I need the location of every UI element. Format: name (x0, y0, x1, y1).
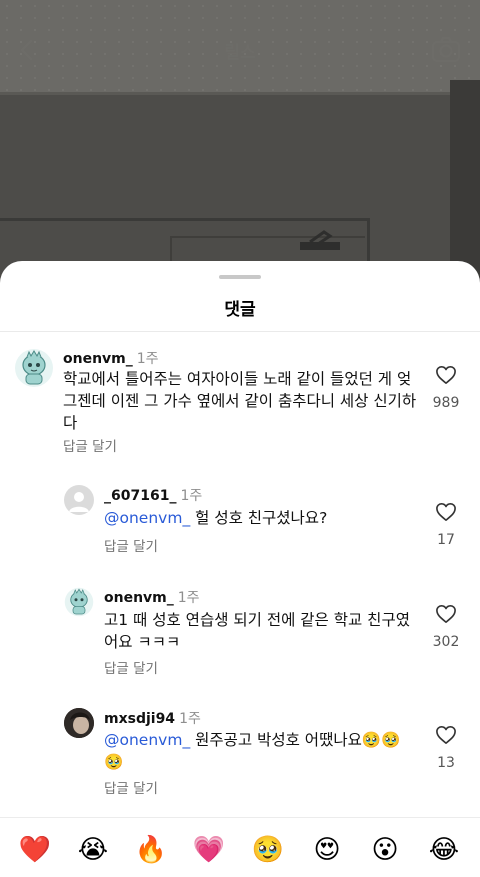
mention-link[interactable]: @onenvm_ (104, 509, 190, 527)
like-control[interactable]: 989 (426, 365, 466, 411)
page-title: 릴스 (224, 43, 256, 63)
surprised-face-emoji[interactable]: 😮 (367, 832, 403, 868)
heart-icon[interactable] (435, 502, 457, 522)
like-count: 13 (437, 755, 455, 771)
emoji-reaction-bar: ❤️ 😭 🔥 💗 🥹 😍 😮 😂 (0, 817, 480, 877)
comment-meta: onenvm_ 1주 (63, 348, 159, 368)
timestamp: 1주 (177, 590, 200, 606)
like-count: 989 (432, 395, 460, 411)
mention-link[interactable]: @onenvm_ (104, 731, 190, 749)
username[interactable]: onenvm_ (63, 351, 133, 367)
heart-icon[interactable] (435, 604, 457, 624)
reply-button[interactable]: 답글 달기 (104, 657, 158, 677)
timestamp: 1주 (179, 711, 201, 727)
timestamp: 1주 (136, 351, 159, 367)
comment-meta: _607161_ 1주 (104, 485, 202, 505)
fire-emoji[interactable]: 🔥 (133, 832, 169, 868)
comment-text: @onenvm_ 헐 성호 친구셨나요? (104, 507, 424, 529)
comment-meta: mxsdji94 1주 (104, 708, 201, 728)
avatar[interactable] (64, 708, 94, 738)
username[interactable]: _607161_ (104, 488, 176, 504)
reply-button[interactable]: 답글 달기 (63, 435, 117, 455)
reply-button[interactable]: 답글 달기 (104, 777, 158, 797)
sheet-drag-handle[interactable] (219, 275, 261, 279)
reply-button[interactable]: 답글 달기 (104, 535, 158, 555)
username[interactable]: onenvm_ (104, 590, 174, 606)
laughing-face-emoji[interactable]: 😂 (426, 832, 462, 868)
avatar[interactable] (64, 485, 94, 515)
comment-body: 헐 성호 친구셨나요? (190, 509, 328, 527)
like-count: 17 (437, 532, 455, 548)
comment-text: 학교에서 틀어주는 여자아이들 노래 같이 들었던 게 엊그젠데 이젠 그 가수… (63, 370, 417, 432)
avatar[interactable] (64, 587, 94, 617)
sheet-title: 댓글 (224, 300, 256, 320)
timestamp: 1주 (180, 488, 203, 504)
heart-icon[interactable] (435, 725, 457, 745)
like-control[interactable]: 13 (426, 725, 466, 771)
avatar[interactable] (14, 348, 54, 388)
red-heart-emoji[interactable]: ❤️ (17, 832, 53, 868)
comment (0, 261, 480, 262)
camera-icon[interactable] (430, 34, 462, 66)
top-bar: 릴스 (0, 28, 480, 72)
comment-meta: onenvm_ 1주 (104, 587, 200, 607)
crying-face-emoji[interactable]: 😭 (75, 832, 111, 868)
comments-sheet: 댓글 onenvm_ 1주 학교에서 틀어주는 여자아이들 노래 같이 들었던 게… (0, 261, 480, 877)
like-count: 302 (432, 634, 460, 650)
pleading-face-emoji[interactable]: 🥹 (250, 832, 286, 868)
heart-eyes-emoji[interactable]: 😍 (309, 832, 345, 868)
username[interactable]: mxsdji94 (104, 711, 175, 727)
heart-icon[interactable] (435, 365, 457, 385)
like-control[interactable]: 302 (426, 604, 466, 650)
door-closer (300, 230, 340, 250)
comment-text: @onenvm_ 원주공고 박성호 어땠나요🥹🥹🥹 (104, 729, 414, 773)
like-control[interactable]: 17 (426, 502, 466, 548)
pink-heart-emoji[interactable]: 💗 (191, 832, 227, 868)
divider (0, 331, 480, 332)
comment-text: 고1 때 성호 연습생 되기 전에 같은 학교 친구였어요 ㅋㅋㅋ (104, 611, 410, 651)
